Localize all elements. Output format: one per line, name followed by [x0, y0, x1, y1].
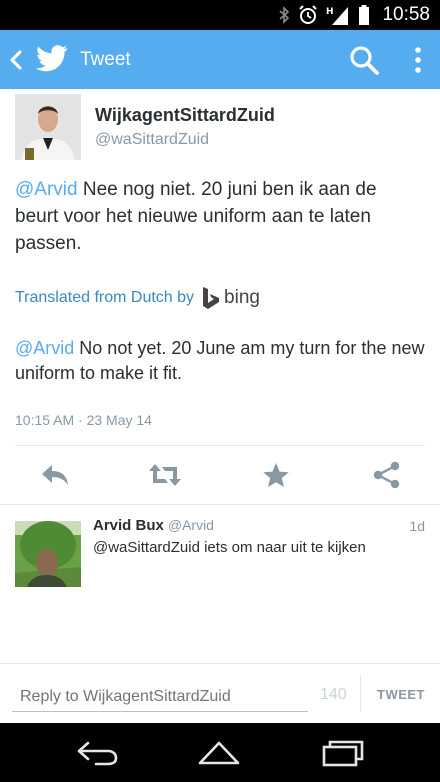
reply-compose-bar: 140 TWEET [0, 663, 440, 723]
action-bar: Tweet [0, 30, 440, 89]
reply-text[interactable]: @waSittardZuid iets om naar uit te kijke… [93, 539, 366, 556]
search-icon[interactable] [348, 44, 380, 76]
reply-avatar[interactable] [15, 521, 81, 587]
tweet-text: @Arvid Nee nog niet. 20 juni ben ik aan … [15, 176, 425, 257]
navigation-bar [0, 723, 440, 782]
back-nav-icon[interactable] [74, 737, 120, 769]
author-name[interactable]: WijkagentSittardZuid [95, 105, 275, 126]
reply-input[interactable] [12, 682, 308, 712]
character-count: 140 [320, 686, 347, 703]
recents-nav-icon[interactable] [320, 737, 366, 769]
favorite-icon[interactable] [261, 461, 291, 489]
tweet-mention-link[interactable]: @Arvid [15, 179, 78, 200]
tweet-detail-screen: H 10:58 Tweet WijkagentSittardZuid @waSi… [0, 0, 440, 782]
translated-text: @Arvid No not yet. 20 June am my turn fo… [15, 336, 425, 386]
share-icon[interactable] [372, 461, 402, 489]
home-nav-icon[interactable] [196, 737, 242, 769]
bluetooth-icon [279, 6, 290, 24]
bing-icon [203, 287, 220, 309]
back-icon[interactable] [8, 49, 24, 71]
author-handle[interactable]: @waSittardZuid [95, 131, 209, 149]
status-bar: H 10:58 [0, 0, 440, 30]
status-time: 10:58 [382, 4, 430, 25]
reply-icon[interactable] [40, 461, 70, 489]
bing-logo: bing [202, 286, 260, 310]
reply-author-name: Arvid Bux [93, 517, 164, 534]
svg-text:H: H [326, 7, 334, 17]
translation-body: No not yet. 20 June am my turn for the n… [15, 338, 425, 383]
twitter-bird-icon [36, 45, 68, 72]
tweet-actions [0, 446, 440, 504]
signal-icon: H [326, 7, 349, 25]
retweet-icon[interactable] [148, 461, 182, 489]
translation-attribution: Translated from Dutch by bing [15, 285, 260, 311]
reply-author-handle: @Arvid [167, 517, 214, 533]
page-title: Tweet [80, 49, 131, 70]
reply-time: 1d [409, 518, 425, 534]
tweet-button[interactable]: TWEET [362, 678, 440, 712]
translation-mention-link[interactable]: @Arvid [15, 338, 74, 358]
translated-from-label: Translated from Dutch by [15, 289, 195, 306]
alarm-icon [299, 5, 318, 24]
divider [0, 504, 440, 505]
battery-icon [359, 5, 370, 25]
bing-label: bing [224, 287, 260, 308]
divider [360, 676, 361, 712]
overflow-menu-icon[interactable] [410, 44, 426, 76]
tweet-timestamp: 10:15 AM · 23 May 14 [15, 412, 152, 428]
reply-author[interactable]: Arvid Bux @Arvid [93, 517, 214, 534]
author-avatar[interactable] [15, 94, 81, 160]
